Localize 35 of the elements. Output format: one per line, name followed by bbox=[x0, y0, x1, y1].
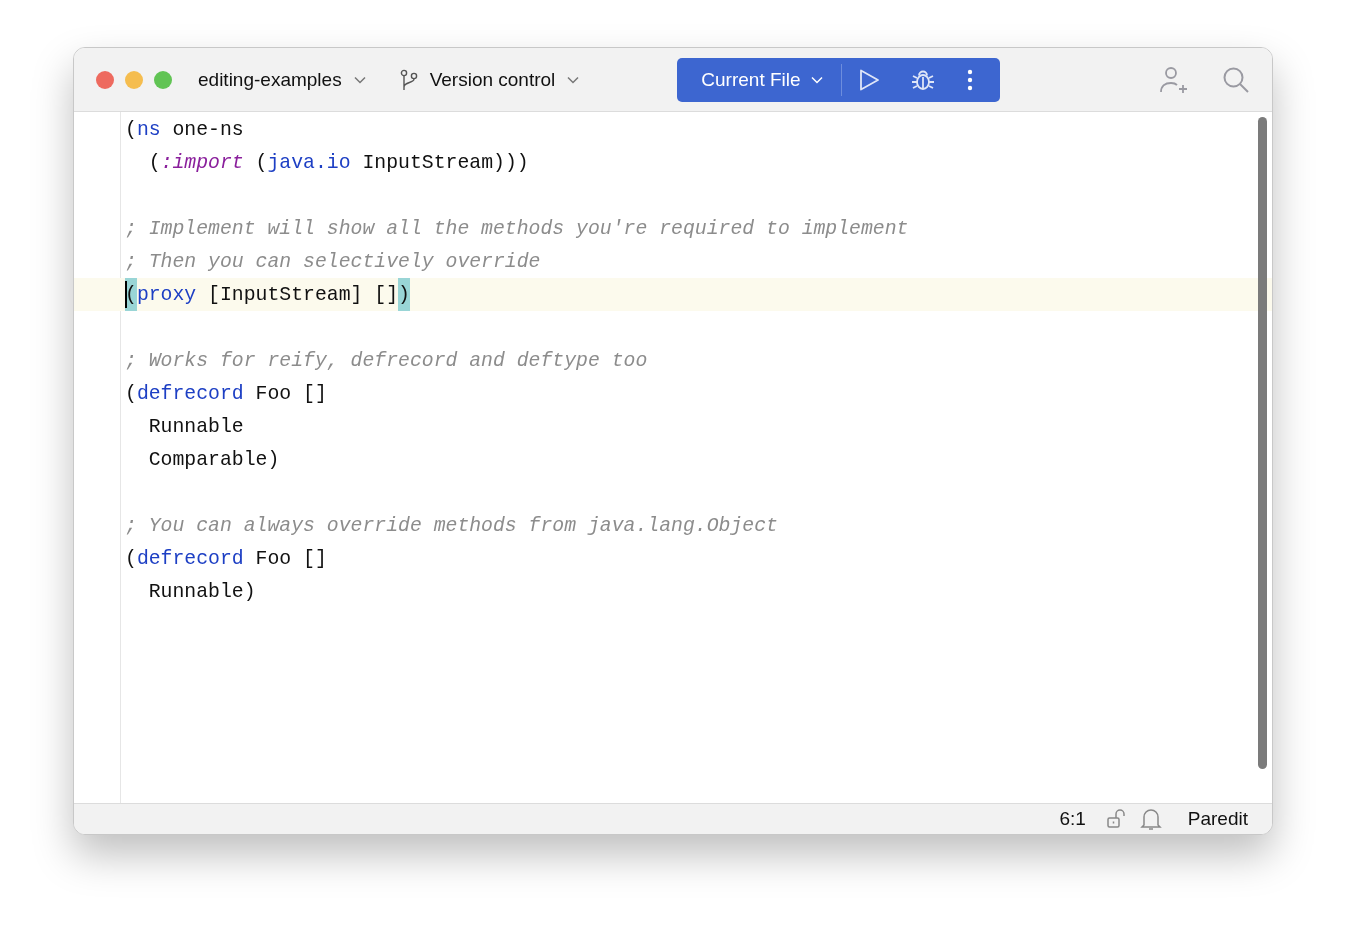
play-icon bbox=[857, 67, 880, 92]
minimize-window-button[interactable] bbox=[125, 70, 143, 89]
bell-icon bbox=[1139, 807, 1162, 831]
caret-position[interactable]: 6:1 bbox=[1059, 808, 1086, 830]
close-window-button[interactable] bbox=[96, 70, 114, 89]
code-comment: ; You can always override methods from java.lang.Object bbox=[125, 514, 778, 537]
code-comment: ; Works for reify, defrecord and deftype too bbox=[125, 349, 648, 372]
code-comment: ; Implement will show all the methods you're required to implement bbox=[125, 217, 909, 240]
run-configuration-selector[interactable]: Current File bbox=[677, 57, 841, 102]
code-line: (defrecord Foo [] bbox=[125, 382, 327, 405]
chevron-down-icon bbox=[567, 75, 580, 84]
code-line: Comparable) bbox=[147, 448, 280, 471]
add-user-icon bbox=[1158, 64, 1188, 95]
scrollbar[interactable] bbox=[1258, 117, 1267, 769]
project-selector[interactable]: editing-examples bbox=[198, 68, 366, 91]
search-icon bbox=[1222, 65, 1250, 94]
code-line: (defrecord Foo [] bbox=[125, 547, 327, 570]
chevron-down-icon bbox=[353, 75, 366, 84]
search-button[interactable] bbox=[1222, 65, 1250, 94]
code-line: Runnable) bbox=[147, 580, 256, 603]
editing-mode-indicator[interactable]: Paredit bbox=[1187, 808, 1248, 830]
chevron-down-icon bbox=[810, 75, 823, 84]
file-lock-button[interactable] bbox=[1105, 808, 1128, 830]
code-comment: ; Then you can selectively override bbox=[125, 250, 541, 273]
more-icon bbox=[966, 68, 973, 91]
code-line: (proxy [InputStream] []) bbox=[125, 278, 410, 311]
code-line: (ns one-ns bbox=[125, 118, 244, 141]
code-line: Runnable bbox=[147, 415, 244, 438]
zoom-window-button[interactable] bbox=[154, 70, 172, 89]
unlocked-padlock-icon bbox=[1105, 808, 1128, 830]
notifications-button[interactable] bbox=[1139, 807, 1162, 831]
add-user-button[interactable] bbox=[1158, 64, 1188, 95]
code-line: (:import (java.io InputStream))) bbox=[147, 151, 529, 174]
branch-icon bbox=[399, 68, 418, 91]
version-control-selector[interactable]: Version control bbox=[399, 68, 580, 91]
